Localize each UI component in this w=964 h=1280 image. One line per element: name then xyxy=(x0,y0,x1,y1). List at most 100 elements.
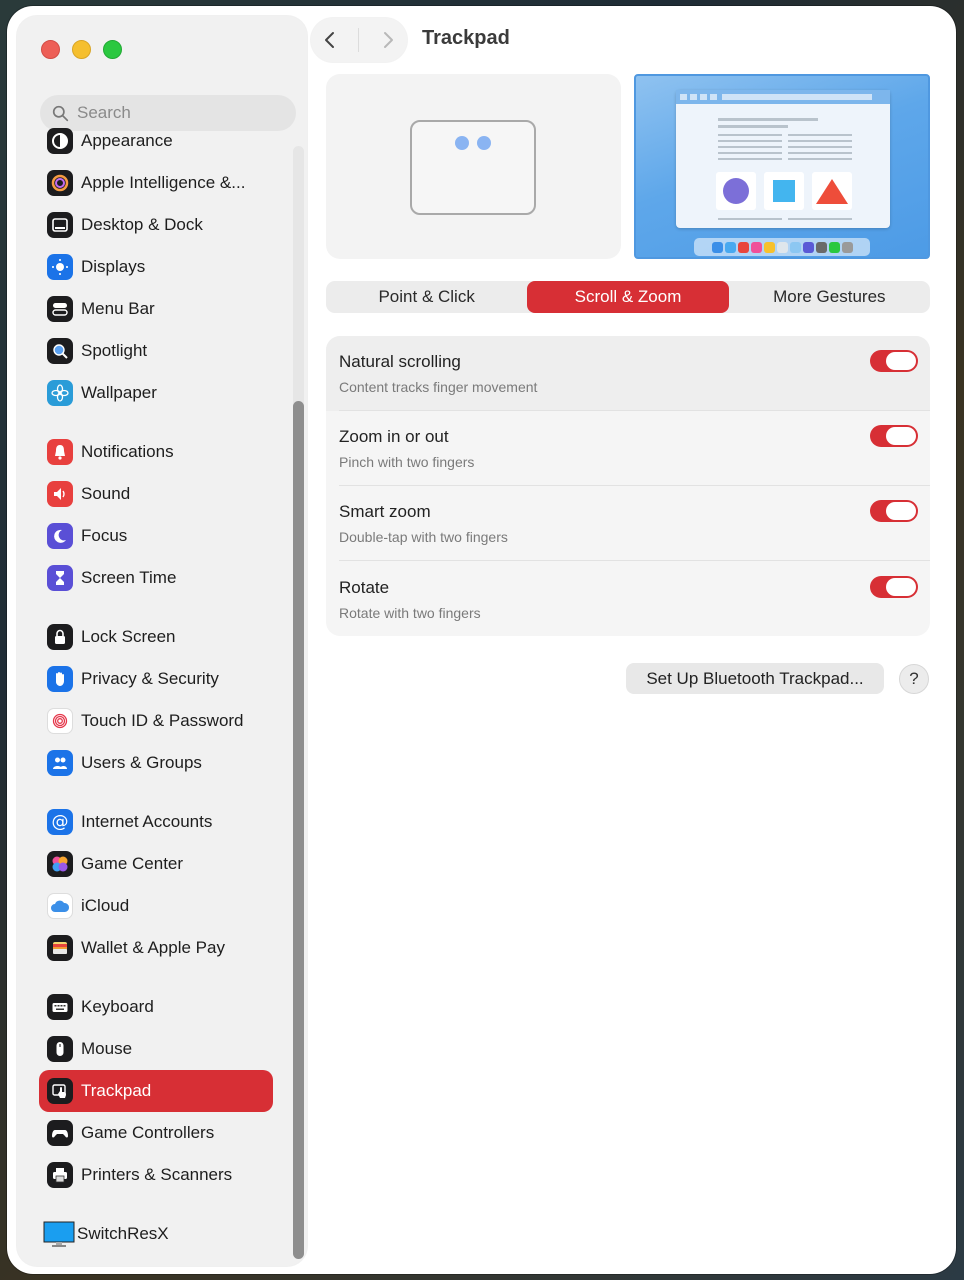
tab-more-gestures[interactable]: More Gestures xyxy=(729,281,930,313)
sidebar-item-label: Appearance xyxy=(81,131,173,150)
setting-subtitle: Double-tap with two fingers xyxy=(339,529,508,545)
scroll-demo-preview xyxy=(634,74,930,259)
sidebar-item-notifications[interactable]: Notifications xyxy=(39,431,273,473)
setting-subtitle: Rotate with two fingers xyxy=(339,605,481,621)
spotlight-icon xyxy=(47,338,73,364)
sidebar-item-switchresx[interactable]: SwitchResX xyxy=(39,1213,273,1255)
sidebar-item-label: Lock Screen xyxy=(81,627,176,646)
sidebar-item-label: Trackpad xyxy=(81,1081,152,1100)
game-center-icon xyxy=(47,851,73,877)
wallpaper-icon xyxy=(47,380,73,406)
forward-chevron-icon[interactable] xyxy=(379,31,397,49)
privacy-hand-icon xyxy=(47,666,73,692)
setting-title: Natural scrolling xyxy=(339,352,461,371)
setting-title: Rotate xyxy=(339,578,390,597)
rotate-toggle[interactable] xyxy=(870,576,918,598)
sidebar-item-privacy-security[interactable]: Privacy & Security xyxy=(39,658,273,700)
sidebar-item-icloud[interactable]: iCloud xyxy=(39,885,273,927)
sidebar-item-label: Printers & Scanners xyxy=(81,1165,233,1184)
sidebar-item-internet-accounts[interactable]: @ Internet Accounts xyxy=(39,801,273,843)
sidebar-item-wallpaper[interactable]: Wallpaper xyxy=(39,372,273,414)
sidebar-item-label: Screen Time xyxy=(81,568,177,587)
sidebar-item-label: Users & Groups xyxy=(81,753,202,772)
help-button[interactable]: ? xyxy=(899,664,929,694)
sidebar-item-screen-time[interactable]: Screen Time xyxy=(39,557,273,599)
sidebar-item-focus[interactable]: Focus xyxy=(39,515,273,557)
sidebar-item-printers[interactable]: Printers & Scanners xyxy=(39,1154,273,1196)
finger-dot xyxy=(455,136,469,150)
notifications-icon xyxy=(47,439,73,465)
sidebar-item-desktop-dock[interactable]: Desktop & Dock xyxy=(39,204,273,246)
zoom-toggle[interactable] xyxy=(870,425,918,447)
at-sign-icon: @ xyxy=(47,809,73,835)
window-controls xyxy=(41,40,122,59)
minimize-button[interactable] xyxy=(72,40,91,59)
zoom-button[interactable] xyxy=(103,40,122,59)
setting-subtitle: Content tracks finger movement xyxy=(339,379,538,395)
sidebar-item-game-controllers[interactable]: Game Controllers xyxy=(39,1112,273,1154)
sidebar-item-sound[interactable]: Sound xyxy=(39,473,273,515)
setting-row-rotate[interactable]: Rotate Rotate with two fingers xyxy=(326,562,930,636)
monitor-icon xyxy=(43,1221,75,1247)
sidebar-item-lock-screen[interactable]: Lock Screen xyxy=(39,616,273,658)
sidebar-item-label: Focus xyxy=(81,526,128,545)
tab-point-click[interactable]: Point & Click xyxy=(326,281,527,313)
sidebar-item-appearance[interactable]: Appearance xyxy=(39,120,273,162)
close-button[interactable] xyxy=(41,40,60,59)
sidebar-item-label: Wallpaper xyxy=(81,383,157,402)
setting-row-natural-scrolling[interactable]: Natural scrolling Content tracks finger … xyxy=(326,336,930,411)
sidebar-item-trackpad[interactable]: Trackpad xyxy=(39,1070,273,1112)
users-icon xyxy=(47,750,73,776)
back-chevron-icon[interactable] xyxy=(321,31,339,49)
keyboard-icon xyxy=(47,994,73,1020)
wallet-icon xyxy=(47,935,73,961)
sidebar-item-label: Touch ID & Password xyxy=(81,711,244,730)
setup-bluetooth-trackpad-button[interactable]: Set Up Bluetooth Trackpad... xyxy=(626,663,884,694)
sidebar-item-spotlight[interactable]: Spotlight xyxy=(39,330,273,372)
apple-intelligence-icon xyxy=(47,170,73,196)
settings-window: Appearance Apple Intelligence &... Deskt… xyxy=(7,6,956,1274)
navigation-buttons xyxy=(311,18,407,62)
natural-scrolling-toggle[interactable] xyxy=(870,350,918,372)
sidebar-item-displays[interactable]: Displays xyxy=(39,246,273,288)
trackpad-icon xyxy=(47,1078,73,1104)
lock-icon xyxy=(47,624,73,650)
sidebar-item-wallet[interactable]: Wallet & Apple Pay xyxy=(39,927,273,969)
printer-icon xyxy=(47,1162,73,1188)
displays-icon xyxy=(47,254,73,280)
sidebar-item-label: Displays xyxy=(81,257,146,276)
search-icon xyxy=(52,105,69,121)
sidebar-item-mouse[interactable]: Mouse xyxy=(39,1028,273,1070)
sidebar-item-game-center[interactable]: Game Center xyxy=(39,843,273,885)
appearance-icon xyxy=(47,128,73,154)
sidebar-item-label: Sound xyxy=(81,484,131,503)
sidebar-item-touch-id[interactable]: Touch ID & Password xyxy=(39,700,273,742)
menu-bar-icon xyxy=(47,296,73,322)
sidebar-item-label: Privacy & Security xyxy=(81,669,219,688)
sound-icon xyxy=(47,481,73,507)
sidebar-item-label: Wallet & Apple Pay xyxy=(81,938,225,957)
sidebar-item-label: SwitchResX xyxy=(77,1224,169,1243)
sidebar-item-apple-intelligence[interactable]: Apple Intelligence &... xyxy=(39,162,273,204)
sidebar-item-menu-bar[interactable]: Menu Bar xyxy=(39,288,273,330)
sidebar-scrollbar[interactable] xyxy=(293,401,304,1259)
trackpad-illustration xyxy=(410,120,536,215)
icloud-icon xyxy=(47,893,73,919)
sidebar-item-label: Keyboard xyxy=(81,997,154,1016)
fingerprint-icon xyxy=(47,708,73,734)
sidebar-item-label: Menu Bar xyxy=(81,299,155,318)
sidebar-item-label: Game Controllers xyxy=(81,1123,215,1142)
setting-title: Zoom in or out xyxy=(339,427,449,446)
focus-moon-icon xyxy=(47,523,73,549)
sidebar-item-users-groups[interactable]: Users & Groups xyxy=(39,742,273,784)
sidebar-item-label: Internet Accounts xyxy=(81,812,213,831)
setting-row-smart-zoom[interactable]: Smart zoom Double-tap with two fingers xyxy=(326,486,930,561)
setting-row-zoom[interactable]: Zoom in or out Pinch with two fingers xyxy=(326,411,930,486)
sidebar-item-label: Apple Intelligence &... xyxy=(81,173,246,192)
sidebar-item-label: iCloud xyxy=(81,896,130,915)
hourglass-icon xyxy=(47,565,73,591)
sidebar-item-keyboard[interactable]: Keyboard xyxy=(39,986,273,1028)
smart-zoom-toggle[interactable] xyxy=(870,500,918,522)
tab-scroll-zoom[interactable]: Scroll & Zoom xyxy=(527,281,729,313)
scroll-zoom-settings: Natural scrolling Content tracks finger … xyxy=(326,336,930,636)
